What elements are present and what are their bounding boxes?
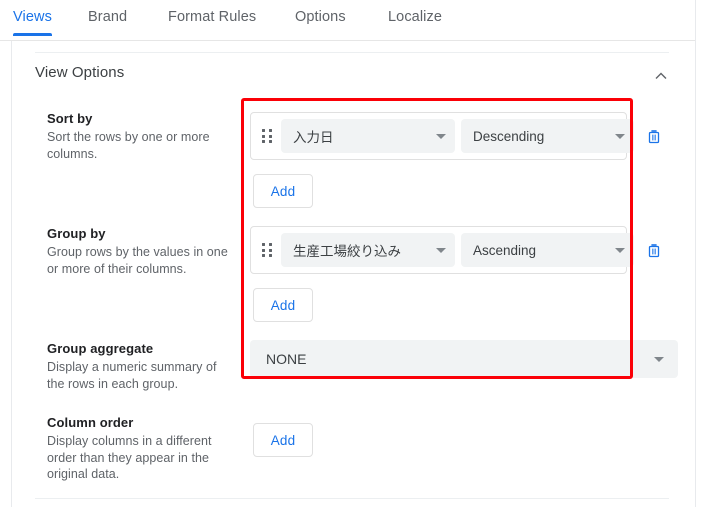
settings-tab-bar: Views Brand Format Rules Options Localiz… xyxy=(0,0,713,40)
sort-by-rule-row: 入力日 Descending xyxy=(250,112,634,160)
group-by-column-select[interactable]: 生産工場絞り込み xyxy=(281,233,455,267)
chevron-down-icon xyxy=(615,134,625,139)
column-order-add-button[interactable]: Add xyxy=(253,423,313,457)
tab-views[interactable]: Views xyxy=(13,0,52,36)
group-by-direction-value: Ascending xyxy=(473,242,537,258)
sort-by-direction-value: Descending xyxy=(473,128,545,144)
sort-by-column-value: 入力日 xyxy=(293,130,334,145)
section-title: View Options xyxy=(35,64,125,81)
tab-options-label: Options xyxy=(295,9,346,25)
panel-top-divider xyxy=(35,52,669,53)
group-aggregate-value: NONE xyxy=(266,351,307,367)
chevron-down-icon xyxy=(615,248,625,253)
group-by-add-label: Add xyxy=(270,297,296,313)
group-by-delete-button[interactable] xyxy=(643,239,665,261)
sort-by-add-label: Add xyxy=(270,183,296,199)
chevron-down-icon xyxy=(654,357,664,362)
group-aggregate-select[interactable]: NONE xyxy=(250,340,678,378)
group-aggregate-label: Group aggregate xyxy=(47,341,154,356)
active-tab-underline xyxy=(13,33,52,36)
tab-brand[interactable]: Brand xyxy=(88,0,127,25)
tab-localize-label: Localize xyxy=(388,9,442,25)
panel-bottom-divider xyxy=(35,498,669,499)
chevron-down-icon xyxy=(436,248,446,253)
column-order-label-block: Column order Display columns in a differ… xyxy=(47,414,237,483)
tab-format-rules-label: Format Rules xyxy=(168,9,257,25)
group-aggregate-description: Display a numeric summary of the rows in… xyxy=(47,360,217,391)
panel-right-border xyxy=(695,0,696,507)
drag-handle-icon[interactable] xyxy=(259,239,275,261)
sort-by-delete-button[interactable] xyxy=(643,125,665,147)
group-by-column-value: 生産工場絞り込み xyxy=(293,244,401,259)
right-gutter xyxy=(696,0,713,507)
group-by-rule-row: 生産工場絞り込み Ascending xyxy=(250,226,634,274)
tab-bar-divider xyxy=(0,40,713,41)
panel-left-border xyxy=(11,41,12,507)
group-by-description: Group rows by the values in one or more … xyxy=(47,245,228,276)
tab-views-label: Views xyxy=(13,9,52,25)
tab-brand-label: Brand xyxy=(88,9,128,25)
group-by-label-block: Group by Group rows by the values in one… xyxy=(47,225,237,277)
column-order-add-label: Add xyxy=(270,432,296,448)
view-options-header[interactable]: View Options xyxy=(35,64,669,90)
sort-by-direction-select[interactable]: Descending xyxy=(461,119,634,153)
group-aggregate-label-block: Group aggregate Display a numeric summar… xyxy=(47,340,237,392)
chevron-down-icon xyxy=(436,134,446,139)
view-options-panel: Views Brand Format Rules Options Localiz… xyxy=(0,0,713,507)
column-order-description: Display columns in a different order tha… xyxy=(47,434,212,481)
tab-format-rules[interactable]: Format Rules xyxy=(168,0,256,25)
sort-by-label-block: Sort by Sort the rows by one or more col… xyxy=(47,110,237,162)
tab-options[interactable]: Options xyxy=(295,0,346,25)
column-order-label: Column order xyxy=(47,415,134,430)
tab-localize[interactable]: Localize xyxy=(388,0,442,25)
sort-by-add-button[interactable]: Add xyxy=(253,174,313,208)
sort-by-column-select[interactable]: 入力日 xyxy=(281,119,455,153)
group-by-label: Group by xyxy=(47,226,106,241)
drag-handle-icon[interactable] xyxy=(259,125,275,147)
group-by-add-button[interactable]: Add xyxy=(253,288,313,322)
group-by-direction-select[interactable]: Ascending xyxy=(461,233,634,267)
sort-by-description: Sort the rows by one or more columns. xyxy=(47,130,210,161)
chevron-up-icon[interactable] xyxy=(653,68,669,84)
sort-by-label: Sort by xyxy=(47,111,93,126)
